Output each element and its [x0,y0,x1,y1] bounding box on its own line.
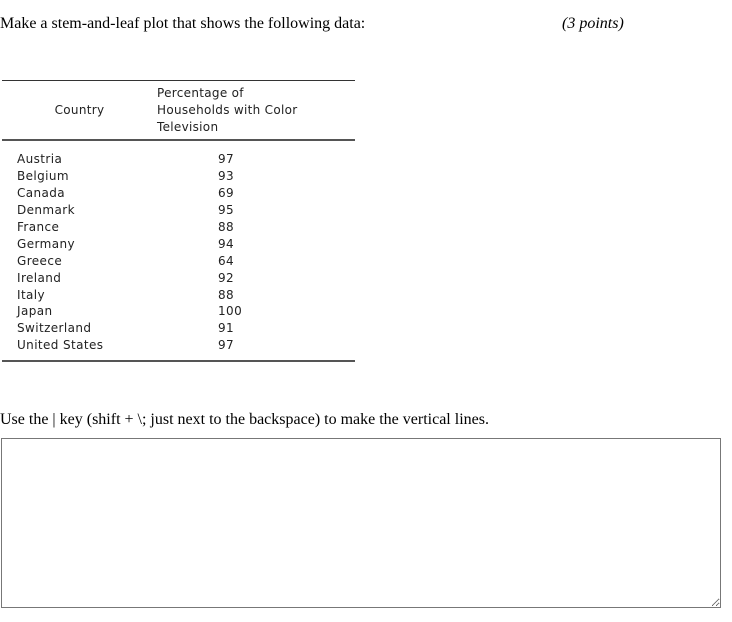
country-cell: France [17,220,60,234]
country-cell: Germany [17,236,75,251]
table-row: Italy 88 [2,286,355,303]
percentage-cell: 95 [218,203,235,218]
points-label: (3 points) [562,15,624,32]
country-cell: Belgium [17,169,69,184]
table-row: United States 97 [2,337,355,354]
table-body: Austria 97 Belgium 93 Canada 69 Denmark 95 Franc… [2,141,355,360]
table-row: Ireland 92 [2,269,355,286]
country-cell: Austria [17,152,63,167]
percentage-cell: 97 [218,152,235,167]
data-table: Country Percentage of Households with Co… [2,80,355,362]
header-line: Households with Color [157,102,298,117]
instruction-text: Use the | key (shift + \; just next to t… [0,411,489,428]
table-bottom-rule [2,359,355,362]
country-cell: Ireland [17,270,62,285]
country-cell: Denmark [17,203,75,218]
percentage-cell: 69 [218,186,235,201]
percentage-cell: 93 [218,169,235,184]
percentage-cell: 97 [218,338,235,353]
percentage-cell: 100 [218,304,243,319]
table-row: Belgium 93 [2,168,355,185]
table-row: Canada 69 [2,185,355,202]
table-row: Greece 64 [2,252,355,269]
country-cell: Switzerland [17,321,92,336]
percentage-cell: 88 [218,220,235,234]
header-line: Percentage of [157,85,244,100]
country-cell: Japan [17,304,53,319]
country-cell: United States [17,338,104,353]
header-country: Country [54,103,105,117]
percentage-cell: 92 [218,270,235,285]
table-row: Japan 100 [2,303,355,320]
answer-textarea[interactable] [1,438,721,608]
table-row: Switzerland 91 [2,320,355,337]
percentage-cell: 64 [218,253,235,268]
header-percentage: Percentage of Households with Color Tele… [157,85,355,136]
table-row: Germany 94 [2,235,355,252]
country-cell: Greece [17,253,63,268]
table-row: Denmark 95 [2,202,355,219]
percentage-cell: 94 [218,236,235,251]
percentage-cell: 88 [218,287,235,302]
country-cell: Canada [17,186,66,201]
percentage-cell: 91 [218,321,235,336]
question-prompt: Make a stem-and-leaf plot that shows the… [0,15,366,32]
country-cell: Italy [17,287,46,302]
table-row: Austria 97 [2,151,355,168]
header-line: Television [157,119,219,134]
table-row: France 88 [2,219,355,236]
table-header: Country Percentage of Households with Co… [2,81,355,139]
